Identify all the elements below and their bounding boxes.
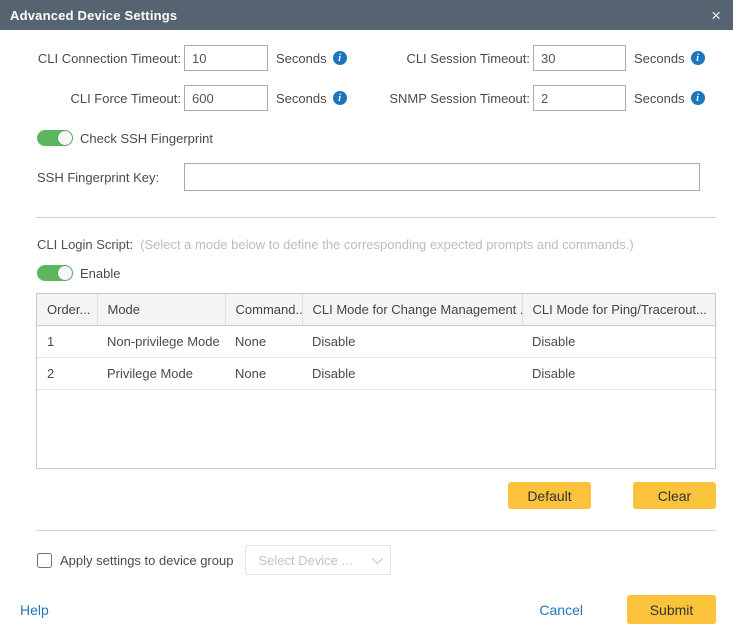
table-header-row: Order... Mode Command... CLI Mode for Ch…	[37, 294, 715, 325]
info-icon[interactable]: i	[691, 51, 705, 65]
apply-settings-row: Apply settings to device group Select De…	[0, 545, 733, 575]
cli-connection-timeout-unit: Seconds	[276, 51, 327, 66]
cell-mode: Non-privilege Mode	[97, 325, 225, 357]
check-ssh-fingerprint-row: Check SSH Fingerprint	[0, 130, 733, 146]
table-actions: Default Clear	[0, 482, 733, 509]
chevron-down-icon	[372, 553, 383, 564]
table-row[interactable]: 2 Privilege Mode None Disable Disable	[37, 357, 715, 389]
cell-mode: Privilege Mode	[97, 357, 225, 389]
snmp-session-timeout-label: SNMP Session Timeout:	[366, 91, 533, 106]
cell-change-management: Disable	[302, 325, 522, 357]
enable-label: Enable	[80, 266, 120, 281]
enable-toggle[interactable]	[37, 265, 73, 281]
cell-change-management: Disable	[302, 357, 522, 389]
cli-login-script-row: CLI Login Script: (Select a mode below t…	[0, 237, 733, 252]
advanced-device-settings-dialog: Advanced Device Settings × CLI Connectio…	[0, 0, 733, 637]
column-header-mode[interactable]: Mode	[97, 294, 225, 325]
ssh-fingerprint-key-input[interactable]	[184, 163, 700, 191]
section-divider	[36, 530, 716, 531]
column-header-change-management[interactable]: CLI Mode for Change Management ...	[302, 294, 522, 325]
info-icon[interactable]: i	[333, 51, 347, 65]
apply-settings-checkbox[interactable]	[37, 553, 52, 568]
submit-button[interactable]: Submit	[627, 595, 716, 624]
apply-settings-label: Apply settings to device group	[60, 553, 233, 568]
enable-row: Enable	[0, 265, 733, 281]
cell-command: None	[225, 357, 302, 389]
cell-ping-traceroute: Disable	[522, 357, 715, 389]
ssh-fingerprint-key-row: SSH Fingerprint Key:	[0, 163, 733, 191]
cli-connection-timeout-label: CLI Connection Timeout:	[0, 51, 184, 66]
column-header-command[interactable]: Command...	[225, 294, 302, 325]
snmp-session-timeout-field: SNMP Session Timeout: Seconds i	[366, 85, 733, 111]
timeout-row-1: CLI Connection Timeout: Seconds i CLI Se…	[0, 45, 733, 71]
column-header-ping-traceroute[interactable]: CLI Mode for Ping/Tracerout...	[522, 294, 715, 325]
cli-force-timeout-field: CLI Force Timeout: Seconds i	[0, 85, 366, 111]
ssh-fingerprint-key-label: SSH Fingerprint Key:	[37, 170, 164, 185]
column-header-order[interactable]: Order...	[37, 294, 97, 325]
cancel-link[interactable]: Cancel	[539, 602, 583, 618]
help-link[interactable]: Help	[20, 602, 49, 618]
cli-force-timeout-label: CLI Force Timeout:	[0, 91, 184, 106]
check-ssh-fingerprint-toggle[interactable]	[37, 130, 73, 146]
toggle-knob	[58, 266, 72, 280]
table-row[interactable]: 1 Non-privilege Mode None Disable Disabl…	[37, 325, 715, 357]
cli-connection-timeout-input[interactable]	[184, 45, 268, 71]
section-divider	[36, 217, 716, 218]
cli-session-timeout-label: CLI Session Timeout:	[366, 51, 533, 66]
cli-session-timeout-field: CLI Session Timeout: Seconds i	[366, 45, 733, 71]
cli-session-timeout-input[interactable]	[533, 45, 626, 71]
toggle-knob	[58, 131, 72, 145]
snmp-session-timeout-unit: Seconds	[634, 91, 685, 106]
dialog-footer: Help Cancel Submit	[0, 595, 733, 624]
cli-login-script-label: CLI Login Script:	[37, 237, 133, 252]
snmp-session-timeout-input[interactable]	[533, 85, 626, 111]
cli-force-timeout-unit: Seconds	[276, 91, 327, 106]
device-group-select[interactable]: Select Device ...	[245, 545, 391, 575]
cell-order: 1	[37, 325, 97, 357]
cli-mode-table: Order... Mode Command... CLI Mode for Ch…	[36, 293, 716, 469]
cell-order: 2	[37, 357, 97, 389]
cli-connection-timeout-field: CLI Connection Timeout: Seconds i	[0, 45, 366, 71]
clear-button[interactable]: Clear	[633, 482, 716, 509]
check-ssh-fingerprint-label: Check SSH Fingerprint	[80, 131, 213, 146]
dialog-header: Advanced Device Settings ×	[0, 0, 733, 30]
info-icon[interactable]: i	[333, 91, 347, 105]
info-icon[interactable]: i	[691, 91, 705, 105]
close-icon[interactable]: ×	[711, 7, 721, 24]
cell-command: None	[225, 325, 302, 357]
cli-session-timeout-unit: Seconds	[634, 51, 685, 66]
default-button[interactable]: Default	[508, 482, 591, 509]
device-group-select-value: Select Device ...	[258, 553, 352, 568]
cli-login-script-hint: (Select a mode below to define the corre…	[140, 237, 634, 252]
cli-force-timeout-input[interactable]	[184, 85, 268, 111]
timeout-row-2: CLI Force Timeout: Seconds i SNMP Sessio…	[0, 85, 733, 111]
dialog-title: Advanced Device Settings	[10, 8, 177, 23]
cell-ping-traceroute: Disable	[522, 325, 715, 357]
